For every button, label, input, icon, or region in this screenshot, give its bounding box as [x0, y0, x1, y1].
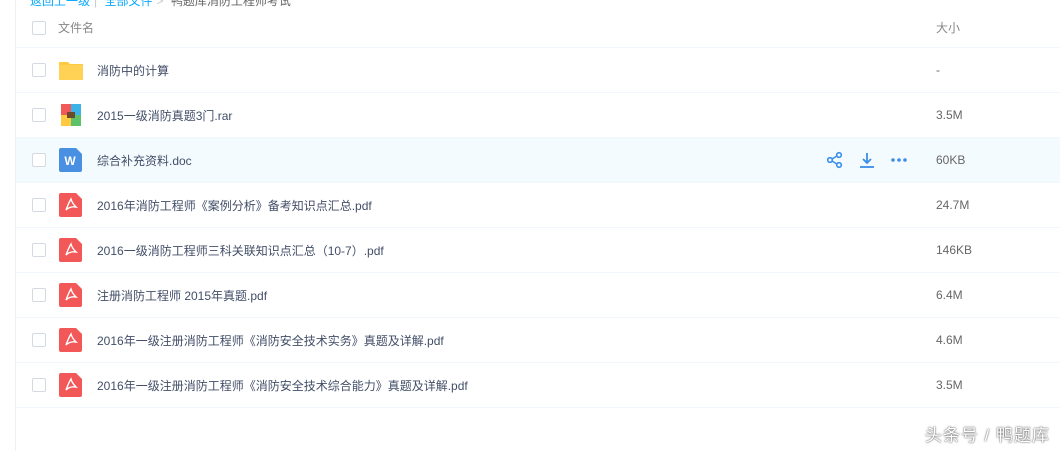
row-checkbox[interactable]	[32, 288, 46, 302]
row-checkbox[interactable]	[32, 243, 46, 257]
download-icon[interactable]	[858, 151, 876, 169]
rar-archive-icon	[58, 103, 84, 127]
word-doc-icon: W	[58, 148, 84, 172]
file-list: 文件名 大小 消防中的计算 - 2015一级消防真题3门.rar 3.5M W …	[16, 8, 1060, 408]
file-size: 146KB	[936, 243, 973, 257]
file-row[interactable]: 2016年消防工程师《案例分析》备考知识点汇总.pdf 24.7M	[16, 183, 1060, 228]
file-name[interactable]: 2016年消防工程师《案例分析》备考知识点汇总.pdf	[97, 197, 372, 214]
file-row[interactable]: 2016年一级注册消防工程师《消防安全技术综合能力》真题及详解.pdf 3.5M	[16, 363, 1060, 408]
file-list-header: 文件名 大小	[16, 8, 1060, 48]
file-row[interactable]: 消防中的计算 -	[16, 48, 1060, 93]
file-size: 4.6M	[936, 333, 963, 347]
select-all-checkbox[interactable]	[32, 20, 46, 35]
file-row[interactable]: 注册消防工程师 2015年真题.pdf 6.4M	[16, 273, 1060, 318]
row-checkbox[interactable]	[32, 153, 46, 167]
file-size: 24.7M	[936, 198, 970, 212]
file-row[interactable]: 2016年一级注册消防工程师《消防安全技术实务》真题及详解.pdf 4.6M	[16, 318, 1060, 363]
file-size: -	[936, 63, 940, 77]
file-name[interactable]: 2016年一级注册消防工程师《消防安全技术综合能力》真题及详解.pdf	[97, 377, 468, 394]
file-row[interactable]: W 综合补充资料.doc 60KB	[16, 137, 1060, 183]
breadcrumb: 返回上一级 | 全部文件 > 鸭题库消防工程师考试	[30, 0, 295, 8]
file-name[interactable]: 2016一级消防工程师三科关联知识点汇总（10-7）.pdf	[97, 242, 384, 259]
left-panel-border	[0, 0, 16, 451]
breadcrumb-back-link[interactable]: 返回上一级	[30, 0, 90, 8]
row-checkbox[interactable]	[32, 198, 46, 212]
pdf-icon	[58, 373, 84, 397]
breadcrumb-current: 鸭题库消防工程师考试	[170, 0, 291, 8]
breadcrumb-separator: >	[156, 0, 164, 8]
pdf-icon	[58, 283, 84, 307]
breadcrumb-separator: |	[94, 0, 98, 8]
row-actions	[826, 151, 908, 169]
file-name[interactable]: 消防中的计算	[97, 62, 169, 79]
row-checkbox[interactable]	[32, 333, 46, 347]
more-icon[interactable]	[890, 151, 908, 169]
file-name[interactable]: 综合补充资料.doc	[97, 152, 192, 169]
pdf-icon	[58, 238, 84, 262]
file-row[interactable]: 2015一级消防真题3门.rar 3.5M	[16, 93, 1060, 138]
file-row[interactable]: 2016一级消防工程师三科关联知识点汇总（10-7）.pdf 146KB	[16, 228, 1060, 273]
pdf-icon	[58, 328, 84, 352]
file-size: 60KB	[936, 153, 966, 167]
row-checkbox[interactable]	[32, 108, 46, 122]
name-column-header[interactable]: 文件名	[58, 19, 94, 36]
file-size: 3.5M	[936, 378, 963, 392]
file-size: 3.5M	[936, 108, 963, 122]
row-checkbox[interactable]	[32, 378, 46, 392]
row-checkbox[interactable]	[32, 63, 46, 77]
file-name[interactable]: 2016年一级注册消防工程师《消防安全技术实务》真题及详解.pdf	[97, 332, 444, 349]
file-size: 6.4M	[936, 288, 963, 302]
pdf-icon	[58, 193, 84, 217]
file-name[interactable]: 2015一级消防真题3门.rar	[97, 107, 232, 124]
watermark: 头条号 / 鸭题库	[924, 426, 1050, 445]
share-icon[interactable]	[826, 151, 844, 169]
file-name[interactable]: 注册消防工程师 2015年真题.pdf	[97, 287, 267, 304]
breadcrumb-all-files-link[interactable]: 全部文件	[104, 0, 152, 8]
folder-icon	[58, 58, 84, 82]
svg-text:W: W	[64, 154, 76, 168]
size-column-header[interactable]: 大小	[936, 19, 960, 36]
